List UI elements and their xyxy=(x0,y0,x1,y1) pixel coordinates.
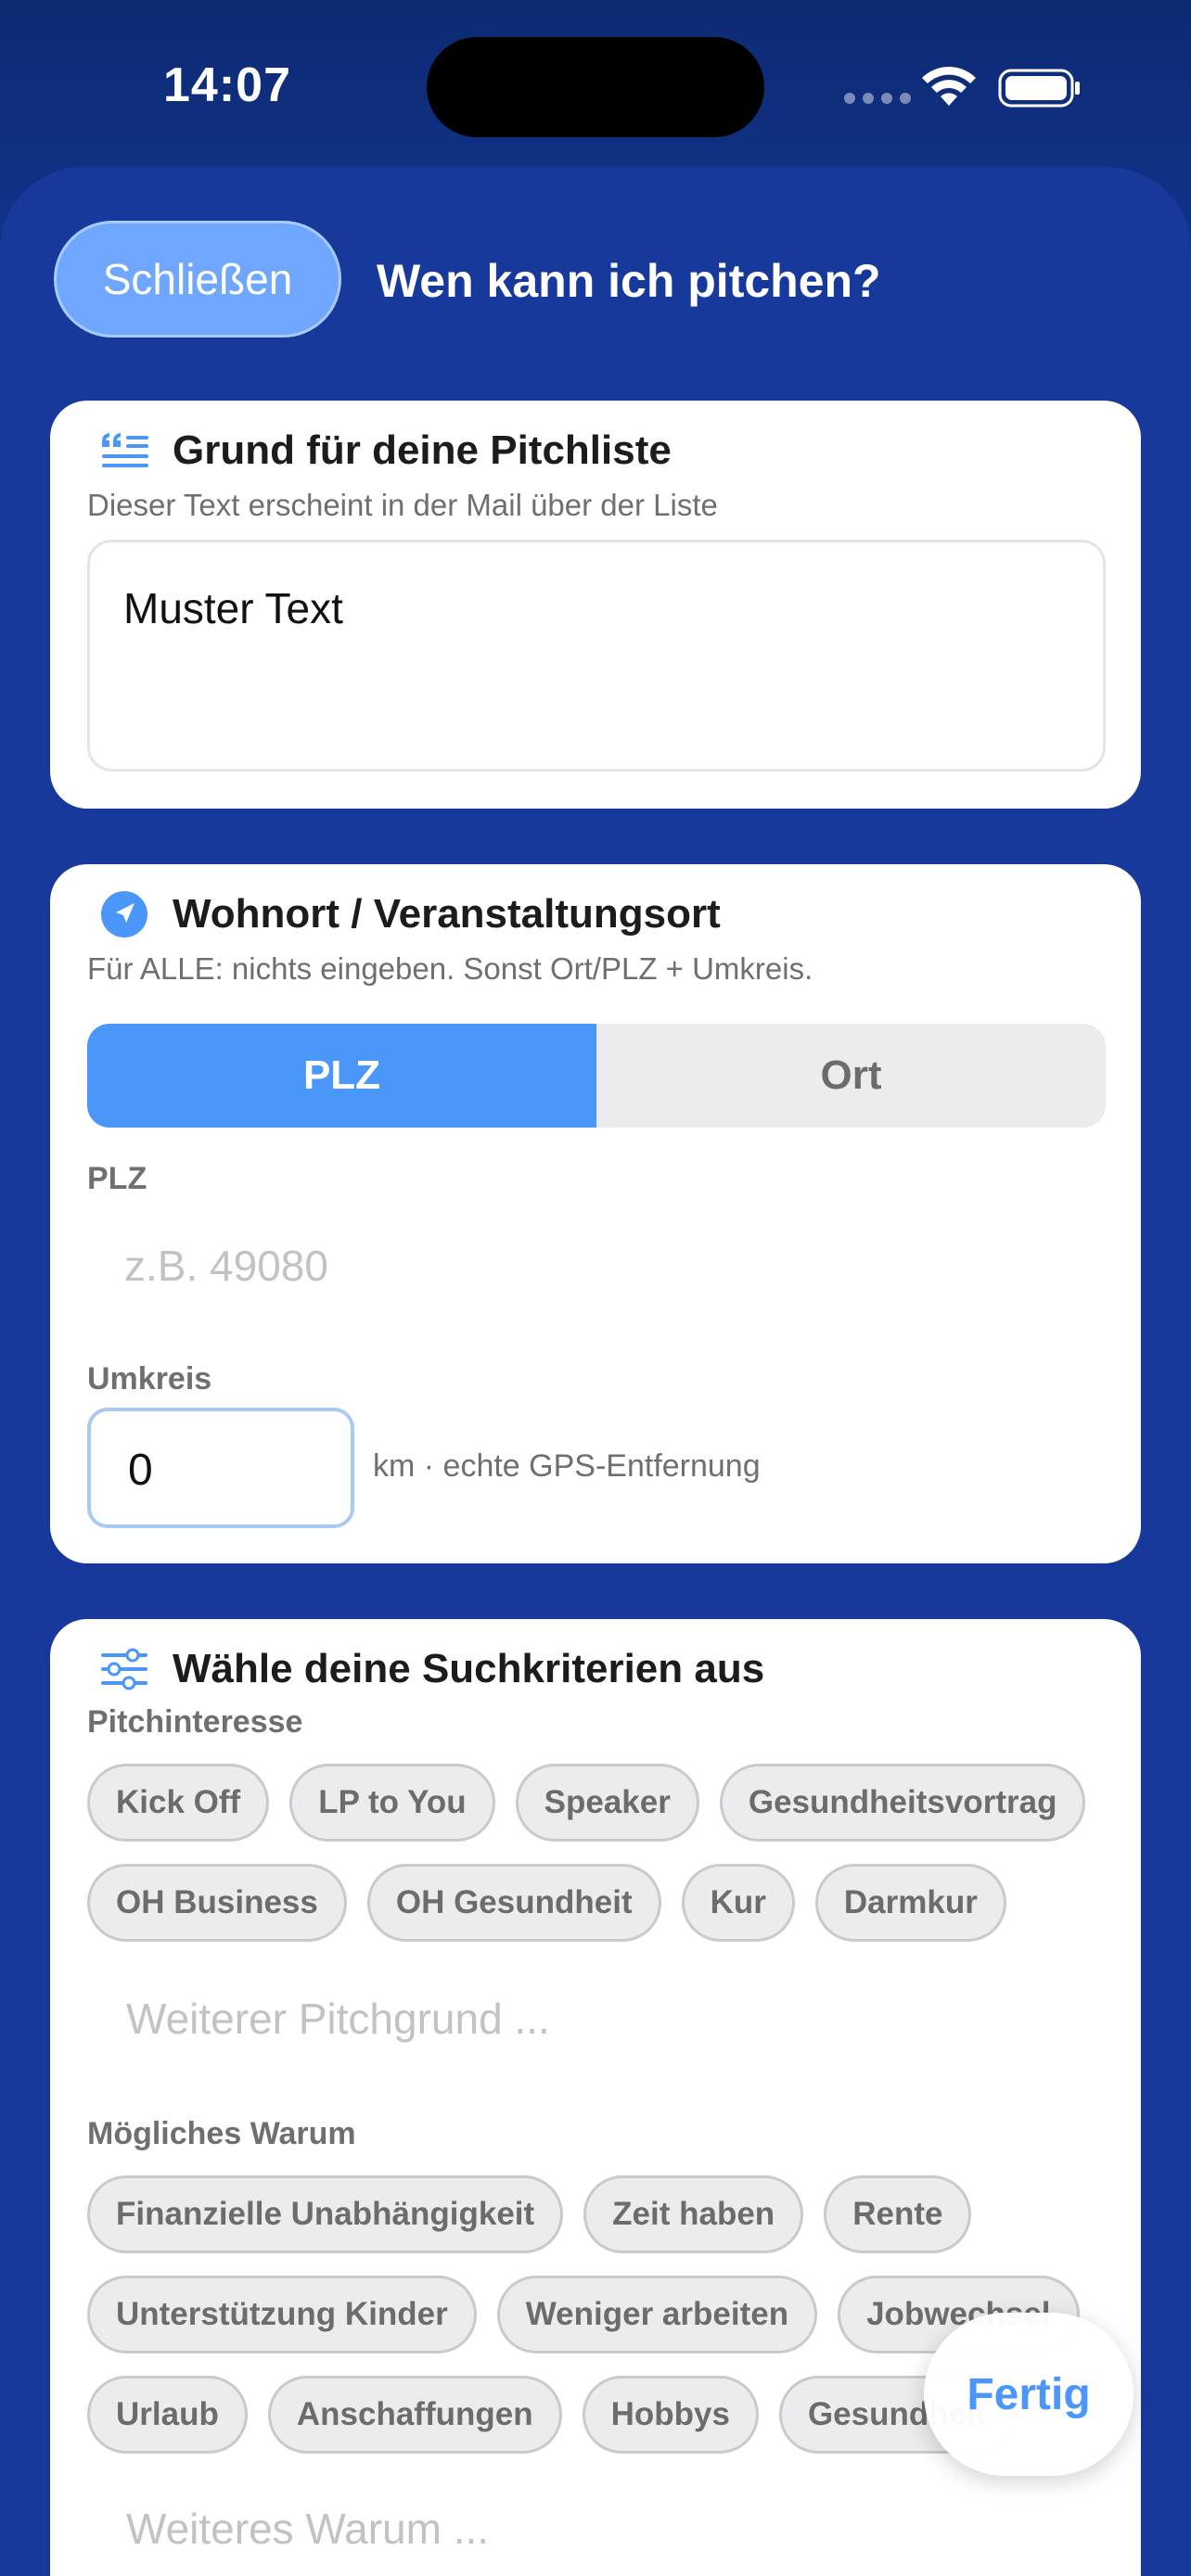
chip-darmkur[interactable]: Darmkur xyxy=(814,1864,1006,1942)
chip-gesundheitsvortrag[interactable]: Gesundheitsvortrag xyxy=(719,1764,1086,1842)
battery-icon xyxy=(998,69,1080,108)
quote-list-icon xyxy=(98,425,150,477)
sliders-icon xyxy=(98,1643,150,1695)
dynamic-island xyxy=(427,37,764,137)
chip-kick-off[interactable]: Kick Off xyxy=(87,1764,270,1842)
chip-oh-business[interactable]: OH Business xyxy=(87,1864,347,1942)
segment-plz[interactable]: PLZ xyxy=(87,1024,596,1128)
criteria-card-header: Wähle deine Suchkriterien aus xyxy=(98,1643,764,1695)
why-input[interactable]: Weiteres Warum ... xyxy=(126,2504,489,2554)
chip-weniger-arbeiten[interactable]: Weniger arbeiten xyxy=(496,2276,818,2353)
plz-label: PLZ xyxy=(87,1161,147,1196)
chip-hobbys[interactable]: Hobbys xyxy=(582,2376,759,2454)
chip-urlaub[interactable]: Urlaub xyxy=(87,2376,248,2454)
criteria-card-title: Wähle deine Suchkriterien aus xyxy=(173,1646,765,1691)
cellular-signal-icon xyxy=(844,93,911,104)
chip-finanzielle-unabhaengigkeit[interactable]: Finanzielle Unabhängigkeit xyxy=(87,2175,564,2253)
reason-card-title: Grund für deine Pitchliste xyxy=(173,427,672,473)
page-title: Wen kann ich pitchen? xyxy=(377,255,881,307)
chip-unterstuetzung-kinder[interactable]: Unterstützung Kinder xyxy=(87,2276,477,2353)
location-mode-segmented-control: PLZ Ort xyxy=(87,1024,1106,1128)
segment-ort[interactable]: Ort xyxy=(596,1024,1106,1128)
status-bar: 14:07 xyxy=(0,0,1191,167)
wifi-icon xyxy=(922,66,976,106)
pitch-interest-label: Pitchinteresse xyxy=(87,1704,303,1740)
chip-oh-gesundheit[interactable]: OH Gesundheit xyxy=(366,1864,661,1942)
location-card-subtitle: Für ALLE: nichts eingeben. Sonst Ort/PLZ… xyxy=(87,951,813,986)
close-button[interactable]: Schließen xyxy=(54,221,341,338)
pitch-reason-input[interactable]: Weiterer Pitchgrund ... xyxy=(126,1994,550,2044)
chip-rente[interactable]: Rente xyxy=(824,2175,972,2253)
status-time: 14:07 xyxy=(163,58,291,112)
reason-card-header: Grund für deine Pitchliste xyxy=(98,425,672,477)
chip-anschaffungen[interactable]: Anschaffungen xyxy=(267,2376,562,2454)
location-arrow-icon xyxy=(98,888,150,940)
chip-lp-to-you[interactable]: LP to You xyxy=(289,1764,495,1842)
radius-label: Umkreis xyxy=(87,1361,212,1396)
location-card-title: Wohnort / Veranstaltungsort xyxy=(173,891,721,937)
why-label: Mögliches Warum xyxy=(87,2116,356,2151)
location-card-header: Wohnort / Veranstaltungsort xyxy=(98,888,721,940)
reason-card: Grund für deine Pitchliste Dieser Text e… xyxy=(50,401,1141,809)
chip-kur[interactable]: Kur xyxy=(681,1864,795,1942)
location-card: Wohnort / Veranstaltungsort Für ALLE: ni… xyxy=(50,864,1141,1563)
plz-input[interactable]: z.B. 49080 xyxy=(124,1241,328,1291)
pitch-interest-chips: Kick Off LP to You Speaker Gesundheitsvo… xyxy=(87,1764,1117,1942)
chip-speaker[interactable]: Speaker xyxy=(515,1764,699,1842)
reason-card-subtitle: Dieser Text erscheint in der Mail über d… xyxy=(87,488,718,522)
reason-text-field[interactable]: Muster Text xyxy=(87,540,1106,772)
radius-hint: km · echte GPS-Entfernung xyxy=(373,1448,761,1484)
done-button[interactable]: Fertig xyxy=(924,2313,1133,2476)
radius-input[interactable]: 0 xyxy=(87,1408,354,1528)
chip-zeit-haben[interactable]: Zeit haben xyxy=(583,2175,804,2253)
